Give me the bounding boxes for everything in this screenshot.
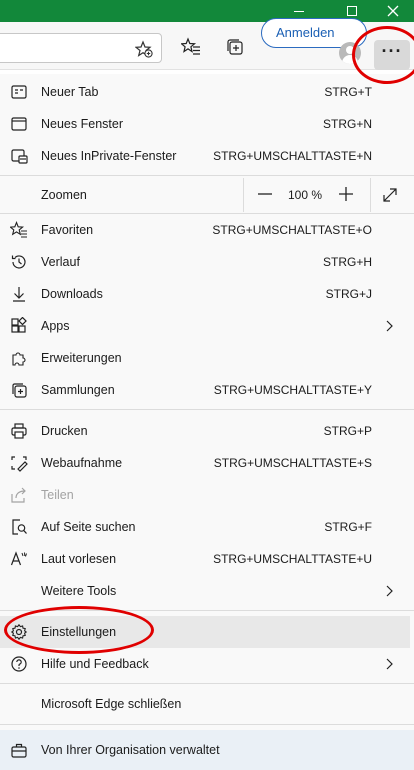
menu-item-favorites[interactable]: Favoriten STRG+UMSCHALTTASTE+O bbox=[0, 214, 410, 246]
menu-item-label: Sammlungen bbox=[41, 383, 115, 397]
read-aloud-icon bbox=[10, 551, 27, 566]
menu-item-label: Verlauf bbox=[41, 255, 80, 269]
menu-item-new-tab[interactable]: Neuer Tab STRG+T bbox=[0, 76, 410, 108]
managed-by-organization[interactable]: Von Ihrer Organisation verwaltet bbox=[0, 730, 414, 770]
zoom-in-icon[interactable] bbox=[336, 184, 356, 204]
new-tab-icon bbox=[11, 85, 27, 99]
menu-item-shortcut: STRG+F bbox=[324, 520, 372, 534]
share-icon bbox=[11, 487, 26, 503]
apps-icon bbox=[11, 317, 27, 333]
menu-item-downloads[interactable]: Downloads STRG+J bbox=[0, 278, 410, 310]
favorites-toolbar-button[interactable] bbox=[180, 36, 202, 58]
menu-item-read-aloud[interactable]: Laut vorlesen STRG+UMSCHALTTASTE+U bbox=[0, 543, 410, 575]
chevron-right-icon bbox=[386, 658, 393, 670]
menu-item-label: Neuer Tab bbox=[41, 85, 99, 99]
menu-divider bbox=[0, 175, 414, 176]
menu-item-label: Hilfe und Feedback bbox=[41, 657, 149, 671]
menu-item-shortcut: STRG+T bbox=[324, 85, 372, 99]
menu-item-label: Downloads bbox=[41, 287, 103, 301]
briefcase-icon bbox=[11, 743, 27, 758]
help-icon bbox=[11, 656, 27, 672]
menu-item-shortcut: STRG+UMSCHALTTASTE+O bbox=[212, 223, 372, 237]
close-icon bbox=[387, 5, 399, 17]
menu-item-label: Erweiterungen bbox=[41, 351, 122, 365]
print-icon bbox=[11, 423, 27, 439]
zoom-out-icon[interactable] bbox=[255, 184, 275, 204]
close-window-button[interactable] bbox=[370, 0, 414, 22]
sign-in-label: Anmelden bbox=[276, 25, 335, 40]
menu-item-print[interactable]: Drucken STRG+P bbox=[0, 415, 410, 447]
web-capture-icon bbox=[11, 456, 28, 472]
favorites-icon bbox=[10, 221, 27, 238]
menu-item-collections[interactable]: Sammlungen STRG+UMSCHALTTASTE+Y bbox=[0, 374, 410, 406]
menu-item-label: Teilen bbox=[41, 488, 74, 502]
menu-item-shortcut: STRG+UMSCHALTTASTE+S bbox=[213, 456, 372, 470]
menu-item-label: Favoriten bbox=[41, 223, 94, 237]
menu-item-shortcut: STRG+H bbox=[322, 255, 372, 269]
menu-divider bbox=[0, 683, 414, 684]
menu-item-shortcut: STRG+UMSCHALTTASTE+U bbox=[213, 552, 372, 566]
menu-item-shortcut: STRG+P bbox=[323, 424, 372, 438]
menu-item-new-window[interactable]: Neues Fenster STRG+N bbox=[0, 108, 410, 140]
menu-item-history[interactable]: Verlauf STRG+H bbox=[0, 246, 410, 278]
org-label: Von Ihrer Organisation verwaltet bbox=[41, 743, 220, 757]
menu-item-label: Drucken bbox=[41, 424, 88, 438]
menu-item-shortcut: STRG+UMSCHALTTASTE+N bbox=[213, 149, 372, 163]
new-window-icon bbox=[11, 117, 27, 131]
menu-divider bbox=[0, 409, 414, 410]
menu-item-label: Webaufnahme bbox=[41, 456, 123, 470]
menu-item-new-inprivate-window[interactable]: Neues InPrivate-Fenster STRG+UMSCHALTTAS… bbox=[0, 140, 410, 172]
menu-item-more-tools[interactable]: Weitere Tools bbox=[0, 575, 410, 607]
zoom-value: 100 % bbox=[288, 188, 323, 202]
menu-item-extensions[interactable]: Erweiterungen bbox=[0, 342, 410, 374]
menu-item-close-edge[interactable]: Microsoft Edge schließen bbox=[0, 688, 410, 720]
menu-item-label: Neues InPrivate-Fenster bbox=[41, 149, 177, 163]
settings-menu: Neuer Tab STRG+T Neues Fenster STRG+N Ne… bbox=[0, 74, 414, 770]
fullscreen-button[interactable] bbox=[370, 178, 410, 212]
annotation-circle-settings bbox=[4, 606, 154, 654]
download-icon bbox=[13, 287, 25, 302]
history-icon bbox=[11, 255, 26, 269]
maximize-icon bbox=[347, 6, 357, 16]
extensions-icon bbox=[12, 352, 26, 366]
collections-icon bbox=[12, 383, 27, 398]
inprivate-icon bbox=[11, 149, 28, 164]
menu-item-shortcut: STRG+J bbox=[325, 287, 372, 301]
minimize-icon bbox=[294, 10, 304, 12]
menu-item-label: Weitere Tools bbox=[41, 584, 117, 598]
fullscreen-icon bbox=[383, 188, 397, 202]
menu-item-shortcut: STRG+N bbox=[322, 117, 372, 131]
annotation-circle-more-button bbox=[352, 26, 414, 84]
find-icon bbox=[12, 519, 27, 535]
collections-icon bbox=[227, 39, 243, 55]
menu-item-share[interactable]: Teilen bbox=[0, 479, 410, 511]
favorites-list-icon bbox=[181, 37, 200, 55]
menu-item-shortcut: STRG+UMSCHALTTASTE+Y bbox=[213, 383, 372, 397]
menu-item-find-on-page[interactable]: Auf Seite suchen STRG+F bbox=[0, 511, 410, 543]
menu-item-label: Auf Seite suchen bbox=[41, 520, 136, 534]
zoom-controls: 100 % bbox=[243, 178, 367, 212]
menu-item-label: Apps bbox=[41, 319, 70, 333]
chevron-right-icon bbox=[386, 585, 393, 597]
menu-item-label: Microsoft Edge schließen bbox=[41, 697, 182, 711]
menu-item-label: Neues Fenster bbox=[41, 117, 123, 131]
chevron-right-icon bbox=[386, 320, 393, 332]
zoom-label: Zoomen bbox=[41, 188, 87, 202]
zoom-row: Zoomen 100 % bbox=[0, 177, 414, 213]
menu-divider bbox=[0, 724, 414, 725]
add-favorite-icon[interactable] bbox=[135, 40, 153, 58]
menu-item-apps[interactable]: Apps bbox=[0, 310, 410, 342]
menu-item-web-capture[interactable]: Webaufnahme STRG+UMSCHALTTASTE+S bbox=[0, 447, 410, 479]
address-bar[interactable] bbox=[0, 33, 162, 63]
menu-item-label: Laut vorlesen bbox=[41, 552, 117, 566]
collections-toolbar-button[interactable] bbox=[224, 36, 246, 58]
